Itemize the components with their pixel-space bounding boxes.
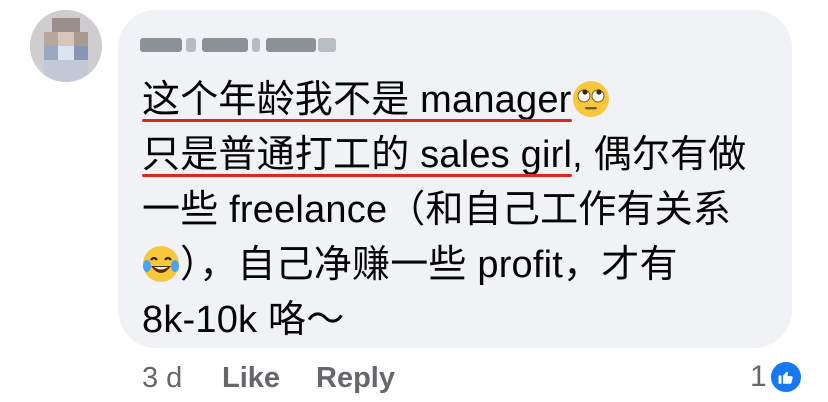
- comment-text-segment: , 偶尔有做: [572, 134, 747, 176]
- eye-roll-emoji: [572, 79, 610, 117]
- comment-line-3: 一些 freelance（和自己工作有关系: [142, 183, 782, 238]
- underlined-text: 只是普通打工的 sales girl: [142, 128, 573, 183]
- comment-text-segment: 一些 freelance（和自己工作有关系: [142, 189, 732, 231]
- comment-line-5: 8k-10k 咯～: [142, 293, 782, 348]
- avatar[interactable]: [30, 10, 102, 82]
- comment-line-2: 只是普通打工的 sales girl, 偶尔有做: [142, 128, 782, 183]
- comment-text-segment: 8k-10k 咯～: [142, 299, 345, 341]
- laugh-cry-emoji: [142, 244, 180, 282]
- comment-root: 这个年龄我不是 manager 只是普通打工的 sales girl, 偶尔有做…: [0, 0, 828, 402]
- author-name[interactable]: [140, 32, 337, 58]
- comment-text: 这个年龄我不是 manager 只是普通打工的 sales girl, 偶尔有做…: [142, 73, 782, 348]
- timestamp[interactable]: 3 d: [142, 358, 182, 398]
- reaction-count: 1: [750, 360, 767, 393]
- comment-bubble: 这个年龄我不是 manager 只是普通打工的 sales girl, 偶尔有做…: [118, 10, 792, 348]
- thumbs-up-icon: [768, 360, 803, 394]
- reply-button[interactable]: Reply: [316, 358, 395, 398]
- like-button[interactable]: Like: [222, 358, 280, 398]
- reaction-summary[interactable]: 1: [750, 356, 803, 398]
- comment-text-segment: ），自己净赚一些 profit，才有: [180, 244, 678, 286]
- underlined-text: 这个年龄我不是 manager: [142, 73, 572, 128]
- comment-line-1: 这个年龄我不是 manager: [142, 73, 782, 128]
- comment-line-4: ），自己净赚一些 profit，才有: [142, 238, 782, 293]
